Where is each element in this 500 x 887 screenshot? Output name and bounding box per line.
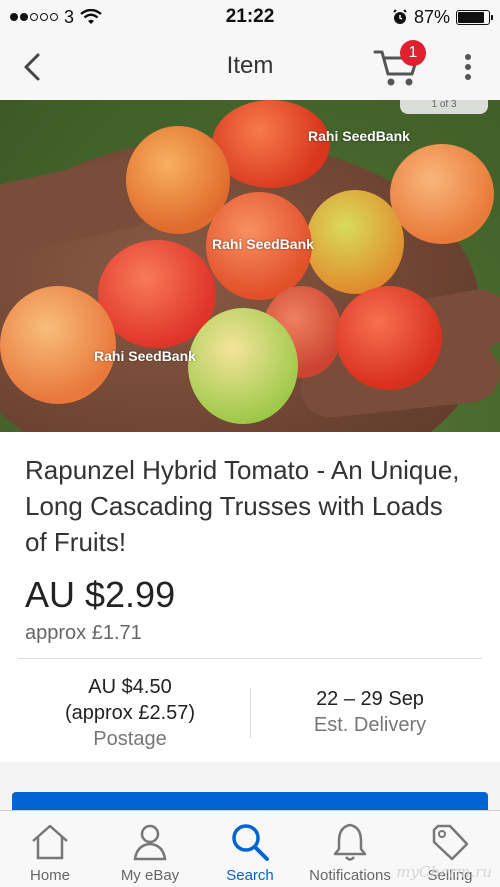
image-watermark: Rahi SeedBank [94, 348, 196, 364]
top-nav-bar: Item [0, 34, 500, 100]
alarm-icon [393, 9, 407, 24]
image-watermark: Rahi SeedBank [212, 236, 314, 252]
image-counter: 1 of 3 [400, 100, 488, 114]
delivery-value: 22 – 29 Sep [316, 688, 424, 710]
bell-icon [333, 823, 367, 861]
more-options-icon[interactable] [458, 52, 478, 82]
postage-value-approx: (approx £2.57) [64, 702, 196, 724]
item-price-approx: approx £1.71 [25, 622, 142, 644]
watermark-text: myCharm.ru [396, 863, 492, 881]
tab-label: Home [29, 867, 70, 884]
tag-icon [432, 824, 469, 861]
clock: 21:22 [225, 6, 275, 27]
tab-label: Notifications [309, 867, 391, 884]
item-price: AU $2.99 [25, 574, 176, 615]
wifi-icon [80, 9, 102, 24]
person-icon [133, 824, 167, 861]
tab-my-ebay[interactable]: My eBay [100, 811, 200, 887]
product-image[interactable]: Rahi SeedBank Rahi SeedBank Rahi SeedBan… [0, 100, 500, 432]
home-icon [32, 824, 68, 860]
tab-label: Search [226, 867, 274, 884]
item-title: Rapunzel Hybrid Tomato - An Unique, Long… [25, 455, 460, 557]
tab-notifications[interactable]: Notifications [300, 811, 400, 887]
cart-count-badge: 1 [400, 40, 426, 66]
postage-info: AU $4.50 (approx £2.57) Postage [15, 674, 245, 752]
tab-home[interactable]: Home [0, 811, 100, 887]
tab-label: My eBay [120, 867, 180, 884]
signal-strength-icon [10, 13, 58, 21]
image-watermark: Rahi SeedBank [308, 128, 410, 144]
postage-value: AU $4.50 [88, 676, 172, 698]
battery-icon [456, 9, 493, 25]
divider [18, 658, 482, 659]
tab-search[interactable]: Search [200, 811, 300, 887]
delivery-info: 22 – 29 Sep Est. Delivery [255, 686, 485, 738]
divider [250, 688, 251, 738]
delivery-label: Est. Delivery [313, 714, 427, 736]
status-bar: 3 21:22 87% [0, 0, 500, 34]
search-icon [232, 824, 269, 861]
postage-label: Postage [93, 728, 167, 750]
carrier: 3 [64, 6, 75, 27]
back-chevron-icon[interactable] [20, 52, 48, 82]
battery-percent: 87% [413, 6, 450, 27]
item-details-card: Rapunzel Hybrid Tomato - An Unique, Long… [0, 432, 500, 762]
